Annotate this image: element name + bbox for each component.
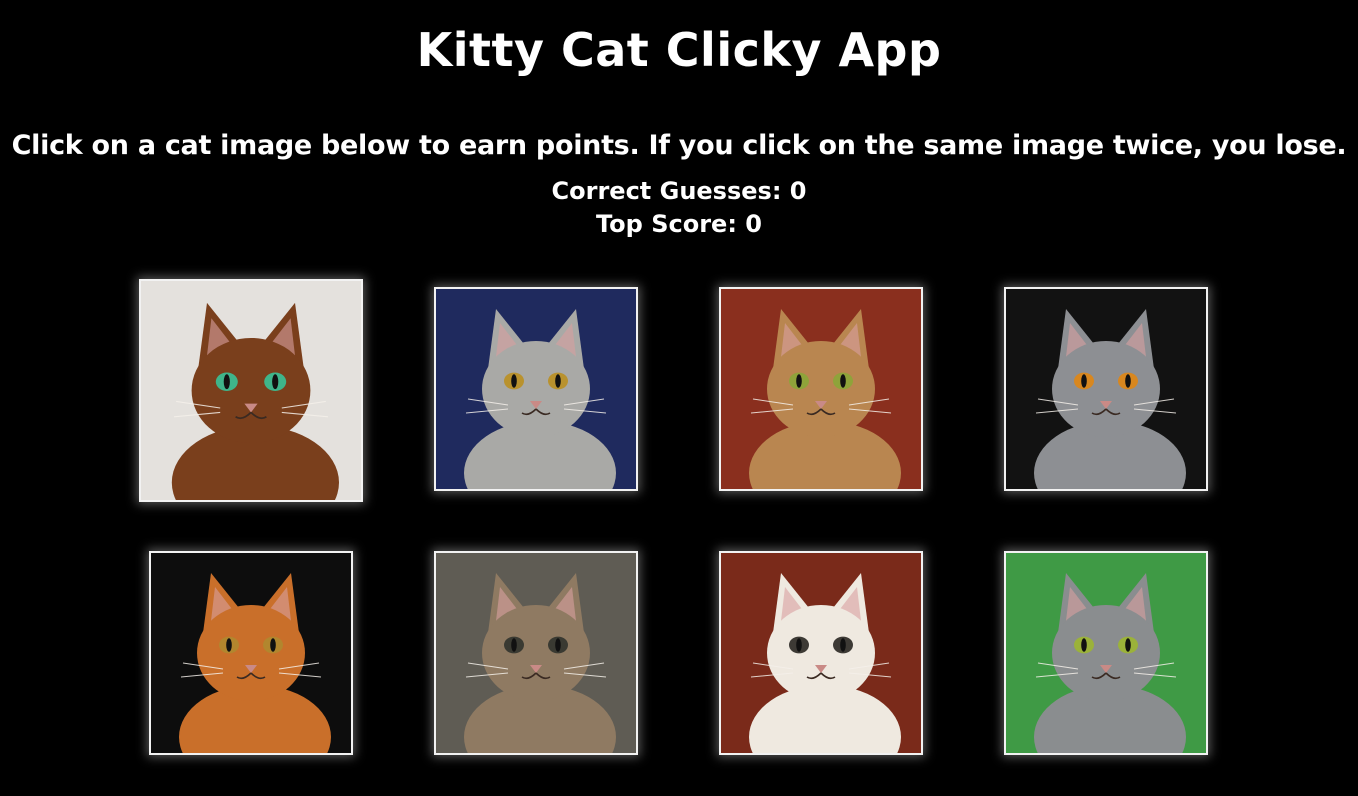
top-score-counter: Top Score: 0 xyxy=(596,210,762,238)
abyssinian-cat-image xyxy=(141,281,361,500)
app-page: Kitty Cat Clicky App Click on a cat imag… xyxy=(0,0,1358,796)
cat-card-8[interactable] xyxy=(1004,551,1208,755)
cat-card-3[interactable] xyxy=(719,287,923,491)
cat-card-2[interactable] xyxy=(434,287,638,491)
maine-coon-cat-image xyxy=(151,553,351,753)
correct-guesses-counter: Correct Guesses: 0 xyxy=(551,177,807,205)
cat-card-1[interactable] xyxy=(139,279,363,502)
russian-blue-cat-image xyxy=(1006,553,1206,753)
bengal-cat-image xyxy=(721,289,921,489)
cat-card-4[interactable] xyxy=(1004,287,1208,491)
cuddling-tabbies-cat-image xyxy=(436,553,636,753)
page-title: Kitty Cat Clicky App xyxy=(416,23,942,77)
cat-card-5[interactable] xyxy=(149,551,353,755)
american-curl-cat-image xyxy=(436,289,636,489)
instructions-text: Click on a cat image below to earn point… xyxy=(11,130,1347,161)
ragdoll-cat-image xyxy=(721,553,921,753)
cat-card-7[interactable] xyxy=(719,551,923,755)
cat-card-6[interactable] xyxy=(434,551,638,755)
british-shorthair-cat-image xyxy=(1006,289,1206,489)
